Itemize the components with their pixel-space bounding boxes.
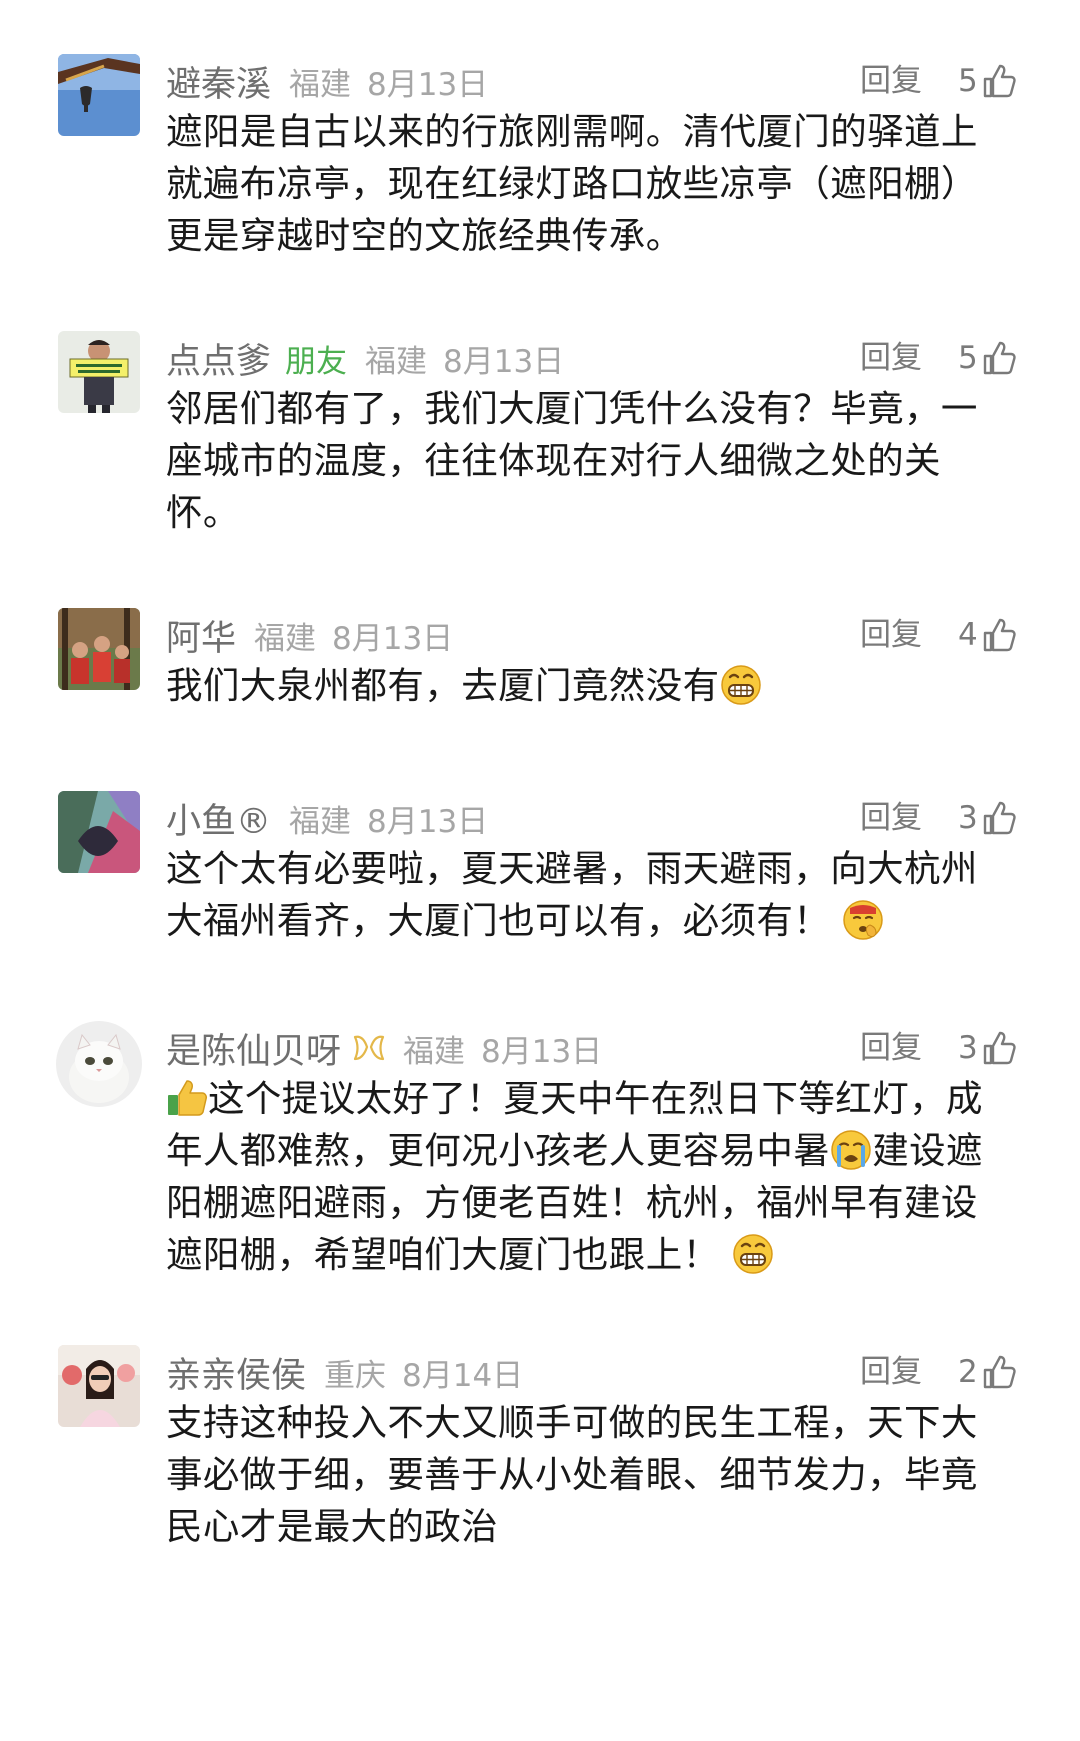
- thumbs-up-icon: [982, 340, 1016, 376]
- avatar[interactable]: [58, 54, 140, 136]
- comment-line: 事必做于细，要善于从小处着眼、细节发力，毕竟: [166, 1453, 978, 1496]
- comment-text: 邻居们都有了，我们大厦门凭什么没有？毕竟，一 座城市的温度，往往体现在对行人细微…: [166, 383, 1026, 539]
- comment-line-text: 这个提议太好了！夏天中午在烈日下等红灯，成: [208, 1077, 983, 1120]
- thumbs-up-icon: [982, 617, 1016, 653]
- reply-button[interactable]: 回复: [860, 1347, 922, 1397]
- reply-button[interactable]: 回复: [860, 56, 922, 106]
- reply-button[interactable]: 回复: [860, 793, 922, 843]
- region: 福建: [289, 803, 352, 840]
- username[interactable]: 避秦溪: [166, 56, 271, 107]
- comment-meta: 小鱼® 福建 8月13日: [166, 793, 488, 843]
- grinning-face-emoji: [732, 1233, 774, 1275]
- comment-line: 这个提议太好了！夏天中午在烈日下等红灯，成: [166, 1073, 1026, 1125]
- comment-line: 座城市的温度，往往体现在对行人细微之处的关: [166, 439, 941, 482]
- comment-meta: 阿华 福建 8月13日: [166, 610, 453, 660]
- avatar[interactable]: [56, 1021, 142, 1107]
- comment-line: 怀。: [166, 491, 240, 534]
- shushing-face-emoji: [842, 899, 884, 941]
- username[interactable]: 小鱼®: [166, 793, 271, 844]
- comment-line: 这个太有必要啦，夏天避暑，雨天避雨，向大杭州: [166, 847, 978, 890]
- region: 福建: [403, 1033, 466, 1070]
- username[interactable]: 点点爹: [166, 333, 271, 384]
- vip-ribbon-icon: [353, 1033, 385, 1063]
- comment-line: 支持这种投入不大又顺手可做的民生工程，天下大: [166, 1401, 978, 1444]
- avatar[interactable]: [58, 1345, 140, 1427]
- thumbs-up-icon: [982, 63, 1016, 99]
- thumbs-up-icon: [982, 1030, 1016, 1066]
- comment-text: 遮阳是自古以来的行旅刚需啊。清代厦门的驿道上 就遍布凉亭，现在红绿灯路口放些凉亭…: [166, 106, 1026, 262]
- comment-line-text: 遮阳棚，希望咱们大厦门也跟上！: [166, 1233, 720, 1276]
- comment-text: 我们大泉州都有，去厦门竟然没有: [166, 660, 1026, 712]
- comment-line: 年人都难熬，更何况小孩老人更容易中暑 建设遮: [166, 1125, 1026, 1177]
- date: 8月13日: [481, 1033, 603, 1070]
- comment-text: 支持这种投入不大又顺手可做的民生工程，天下大 事必做于细，要善于从小处着眼、细节…: [166, 1397, 1026, 1553]
- avatar[interactable]: [58, 331, 140, 413]
- comment-line: 民心才是最大的政治: [166, 1505, 499, 1548]
- comment-line: 遮阳棚，希望咱们大厦门也跟上！: [166, 1229, 1026, 1281]
- avatar[interactable]: [58, 608, 140, 690]
- date: 8月13日: [332, 620, 454, 657]
- like-count: 2: [958, 1354, 978, 1390]
- comment-line: 阳棚遮阳避雨，方便老百姓！杭州，福州早有建设: [166, 1181, 978, 1224]
- crying-face-emoji: [830, 1129, 872, 1171]
- like-count: 5: [958, 63, 978, 99]
- comment-line: 遮阳是自古以来的行旅刚需啊。清代厦门的驿道上: [166, 110, 978, 153]
- comment-meta: 避秦溪 福建 8月13日: [166, 56, 488, 106]
- comment-line-text: 建设遮: [872, 1129, 983, 1172]
- like-count: 3: [958, 800, 978, 836]
- like-button[interactable]: 5: [958, 333, 1016, 383]
- region: 福建: [365, 343, 428, 380]
- username[interactable]: 阿华: [166, 610, 236, 661]
- thumbs-up-emoji: [166, 1077, 208, 1119]
- comment-meta: 亲亲侯侯 重庆 8月14日: [166, 1347, 523, 1397]
- reply-button[interactable]: 回复: [860, 333, 922, 383]
- date: 8月13日: [367, 66, 489, 103]
- like-button[interactable]: 5: [958, 56, 1016, 106]
- comment-line-text: 我们大泉州都有，去厦门竟然没有: [166, 664, 720, 707]
- avatar[interactable]: [58, 791, 140, 873]
- comment-meta: 点点爹 朋友 福建 8月13日: [166, 333, 564, 383]
- date: 8月13日: [367, 803, 489, 840]
- like-button[interactable]: 3: [958, 793, 1016, 843]
- friend-badge: 朋友: [285, 343, 348, 380]
- like-count: 3: [958, 1030, 978, 1066]
- comment-text: 这个太有必要啦，夏天避暑，雨天避雨，向大杭州 大福州看齐，大厦门也可以有，必须有…: [166, 843, 1026, 947]
- reply-button[interactable]: 回复: [860, 1023, 922, 1073]
- like-count: 4: [958, 617, 978, 653]
- comment-text: 这个提议太好了！夏天中午在烈日下等红灯，成 年人都难熬，更何况小孩老人更容易中暑…: [166, 1073, 1026, 1281]
- like-button[interactable]: 4: [958, 610, 1016, 660]
- thumbs-up-icon: [982, 1354, 1016, 1390]
- comment-line: 邻居们都有了，我们大厦门凭什么没有？毕竟，一: [166, 387, 978, 430]
- comment-line: 大福州看齐，大厦门也可以有，必须有！: [166, 895, 1026, 947]
- comment-line: 就遍布凉亭，现在红绿灯路口放些凉亭（遮阳棚）: [166, 162, 978, 205]
- thumbs-up-icon: [982, 800, 1016, 836]
- region: 福建: [254, 620, 317, 657]
- like-count: 5: [958, 340, 978, 376]
- comment-line: 更是穿越时空的文旅经典传承。: [166, 214, 683, 257]
- region: 重庆: [324, 1357, 387, 1394]
- username[interactable]: 是陈仙贝呀: [166, 1023, 341, 1074]
- date: 8月14日: [402, 1357, 524, 1394]
- comment-line-text: 大福州看齐，大厦门也可以有，必须有！: [166, 899, 831, 942]
- like-button[interactable]: 2: [958, 1347, 1016, 1397]
- region: 福建: [289, 66, 352, 103]
- comment-line: 我们大泉州都有，去厦门竟然没有: [166, 660, 1026, 712]
- like-button[interactable]: 3: [958, 1023, 1016, 1073]
- reply-button[interactable]: 回复: [860, 610, 922, 660]
- comment-line-text: 年人都难熬，更何况小孩老人更容易中暑: [166, 1129, 831, 1172]
- username[interactable]: 亲亲侯侯: [166, 1347, 306, 1398]
- grinning-face-emoji: [720, 664, 762, 706]
- date: 8月13日: [443, 343, 565, 380]
- comment-meta: 是陈仙贝呀 福建 8月13日: [166, 1023, 602, 1073]
